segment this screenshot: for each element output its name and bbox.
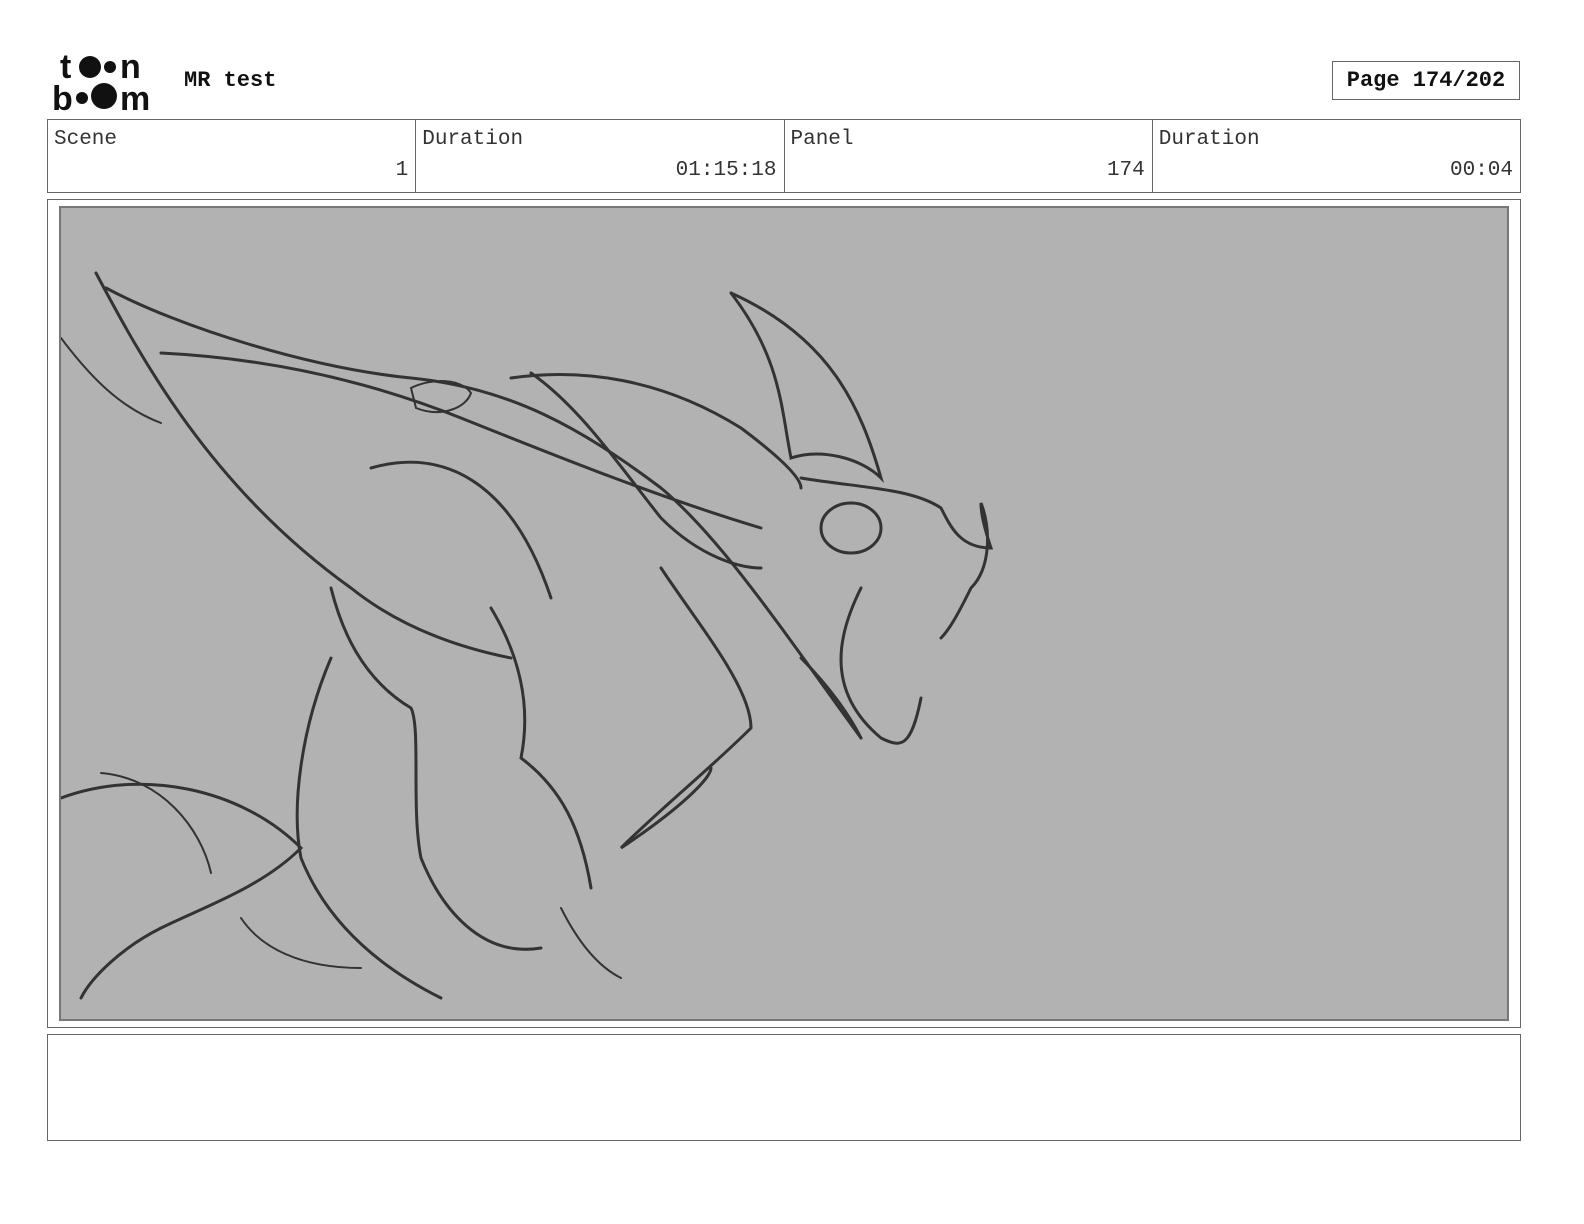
panel-duration-value: 00:04 xyxy=(1449,159,1513,182)
panel-label: Panel xyxy=(790,128,854,151)
scene-info-table: Scene 1 Duration 01:15:18 Panel 174 Duratio… xyxy=(47,119,1521,193)
scene-value: 1 xyxy=(395,159,409,182)
scene-duration-cell: Duration 01:15:18 xyxy=(416,120,785,192)
storyboard-panel xyxy=(47,199,1521,1028)
scene-label: Scene xyxy=(54,128,118,151)
toon-boom-logo: t n b m xyxy=(52,50,150,112)
panel-duration-label: Duration xyxy=(1158,128,1260,151)
scene-duration-label: Duration xyxy=(422,128,524,151)
project-title: MR test xyxy=(184,68,277,93)
panel-value: 174 xyxy=(1106,159,1145,182)
svg-text:m: m xyxy=(120,80,150,112)
panel-cell: Panel 174 xyxy=(785,120,1153,192)
scene-cell: Scene 1 xyxy=(48,120,417,192)
panel-notes-box xyxy=(47,1034,1521,1141)
page-number: Page 174/202 xyxy=(1332,61,1520,100)
panel-sketch-image xyxy=(59,206,1509,1021)
scene-duration-value: 01:15:18 xyxy=(675,159,777,182)
svg-text:b: b xyxy=(52,80,73,112)
panel-duration-cell: Duration 00:04 xyxy=(1153,120,1520,192)
